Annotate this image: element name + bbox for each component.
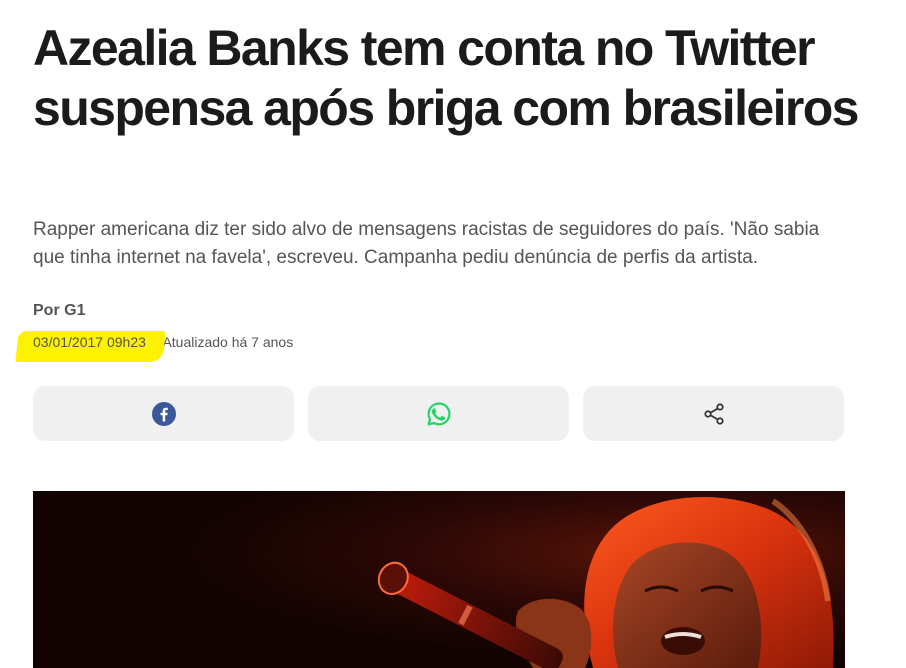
article-subtitle: Rapper americana diz ter sido alvo de me…: [33, 219, 820, 268]
article-byline: Por G1: [33, 302, 86, 319]
share-icon: [702, 402, 726, 426]
article-page: Azealia Banks tem conta no Twitter suspe…: [0, 0, 906, 668]
updated-label: Atualizado há 7 anos: [162, 334, 294, 350]
article-meta: 03/01/2017 09h23 ·Atualizado há 7 anos: [15, 331, 294, 362]
published-date-text: 03/01/2017 09h23: [33, 334, 146, 350]
published-date: 03/01/2017 09h23: [15, 331, 166, 362]
article-photo: [33, 491, 845, 668]
share-bar: [33, 386, 845, 441]
generic-share-button[interactable]: [583, 386, 844, 441]
article-headline: Azealia Banks tem conta no Twitter suspe…: [33, 20, 859, 136]
whatsapp-share-button[interactable]: [308, 386, 569, 441]
facebook-icon: [151, 401, 176, 426]
whatsapp-icon: [426, 401, 452, 427]
facebook-share-button[interactable]: [33, 386, 294, 441]
singer-photo-illustration: [33, 491, 845, 668]
